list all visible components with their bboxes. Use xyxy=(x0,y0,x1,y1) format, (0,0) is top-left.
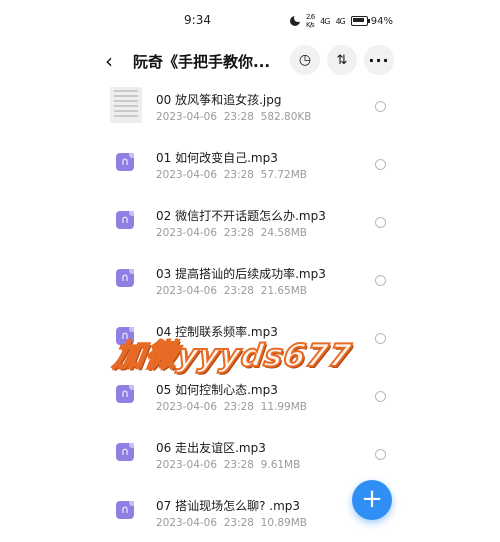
signal-2-icon: 4G xyxy=(335,16,345,26)
list-item[interactable]: ∩ 01 如何改变自己.mp3 2023-04-06 23:28 57.72MB xyxy=(0,136,500,194)
file-meta: 2023-04-06 23:28 57.72MB xyxy=(156,169,307,181)
audio-file-icon: ∩ xyxy=(116,385,134,403)
image-thumbnail xyxy=(110,87,142,123)
list-item[interactable]: ∩ 07 搭讪现场怎么聊? .mp3 2023-04-06 23:28 10.8… xyxy=(0,484,500,542)
list-item[interactable]: 00 放风筝和追女孩.jpg 2023-04-06 23:28 582.80KB xyxy=(0,78,500,136)
select-radio[interactable] xyxy=(375,275,386,286)
file-name: 01 如何改变自己.mp3 xyxy=(156,151,278,165)
select-radio[interactable] xyxy=(375,217,386,228)
audio-file-icon: ∩ xyxy=(116,211,134,229)
battery-indicator: 94% xyxy=(350,15,393,27)
plus-icon: + xyxy=(361,484,383,514)
file-name: 02 微信打不开话题怎么办.mp3 xyxy=(156,209,326,223)
file-name: 06 走出友谊区.mp3 xyxy=(156,441,266,455)
back-arrow-icon[interactable]: ‹ xyxy=(105,49,113,73)
file-meta: 2023-04-06 23:28 21.65MB xyxy=(156,285,307,297)
select-radio[interactable] xyxy=(375,449,386,460)
file-meta: 2023-04-06 23:28 9.61MB xyxy=(156,459,301,471)
network-speed: 2.6 K/s xyxy=(306,13,315,29)
select-radio[interactable] xyxy=(375,101,386,112)
list-item[interactable]: ∩ 05 如何控制心态.mp3 2023-04-06 23:28 11.99MB xyxy=(0,368,500,426)
more-icon[interactable]: ··· xyxy=(364,45,394,75)
header: ‹ 阮奇《手把手教你... ◷ ⇅ ··· xyxy=(0,42,500,78)
file-meta: 2023-04-06 23:28 582.80KB xyxy=(156,111,312,123)
select-radio[interactable] xyxy=(375,391,386,402)
select-radio[interactable] xyxy=(375,159,386,170)
list-item[interactable]: ∩ 03 提高搭讪的后续成功率.mp3 2023-04-06 23:28 21.… xyxy=(0,252,500,310)
audio-file-icon: ∩ xyxy=(116,501,134,519)
history-icon[interactable]: ◷ xyxy=(290,45,320,75)
audio-file-icon: ∩ xyxy=(116,269,134,287)
file-name: 07 搭讪现场怎么聊? .mp3 xyxy=(156,499,301,513)
file-name: 00 放风筝和追女孩.jpg xyxy=(156,93,282,107)
file-meta: 2023-04-06 23:28 11.99MB xyxy=(156,401,307,413)
watermark-overlay: 加微yyyds677 xyxy=(110,337,355,375)
battery-icon xyxy=(350,16,370,26)
add-button[interactable]: + xyxy=(352,480,392,520)
do-not-disturb-icon xyxy=(290,14,303,26)
file-name: 03 提高搭讪的后续成功率.mp3 xyxy=(156,267,326,281)
list-item[interactable]: ∩ 02 微信打不开话题怎么办.mp3 2023-04-06 23:28 24.… xyxy=(0,194,500,252)
select-radio[interactable] xyxy=(375,333,386,344)
battery-percent: 94% xyxy=(370,15,393,27)
audio-file-icon: ∩ xyxy=(116,443,134,461)
file-meta: 2023-04-06 23:28 24.58MB xyxy=(156,227,307,239)
status-icons: 2.6 K/s 4G 4G 94% xyxy=(290,13,393,29)
signal-1-icon: 4G xyxy=(320,16,330,26)
audio-file-icon: ∩ xyxy=(116,153,134,171)
file-meta: 2023-04-06 23:28 10.89MB xyxy=(156,517,307,529)
page-title: 阮奇《手把手教你... xyxy=(133,53,271,71)
status-bar: 9:34 2.6 K/s 4G 4G 94% xyxy=(0,0,500,40)
sort-icon[interactable]: ⇅ xyxy=(327,45,357,75)
file-name: 05 如何控制心态.mp3 xyxy=(156,383,278,397)
list-item[interactable]: ∩ 06 走出友谊区.mp3 2023-04-06 23:28 9.61MB xyxy=(0,426,500,484)
